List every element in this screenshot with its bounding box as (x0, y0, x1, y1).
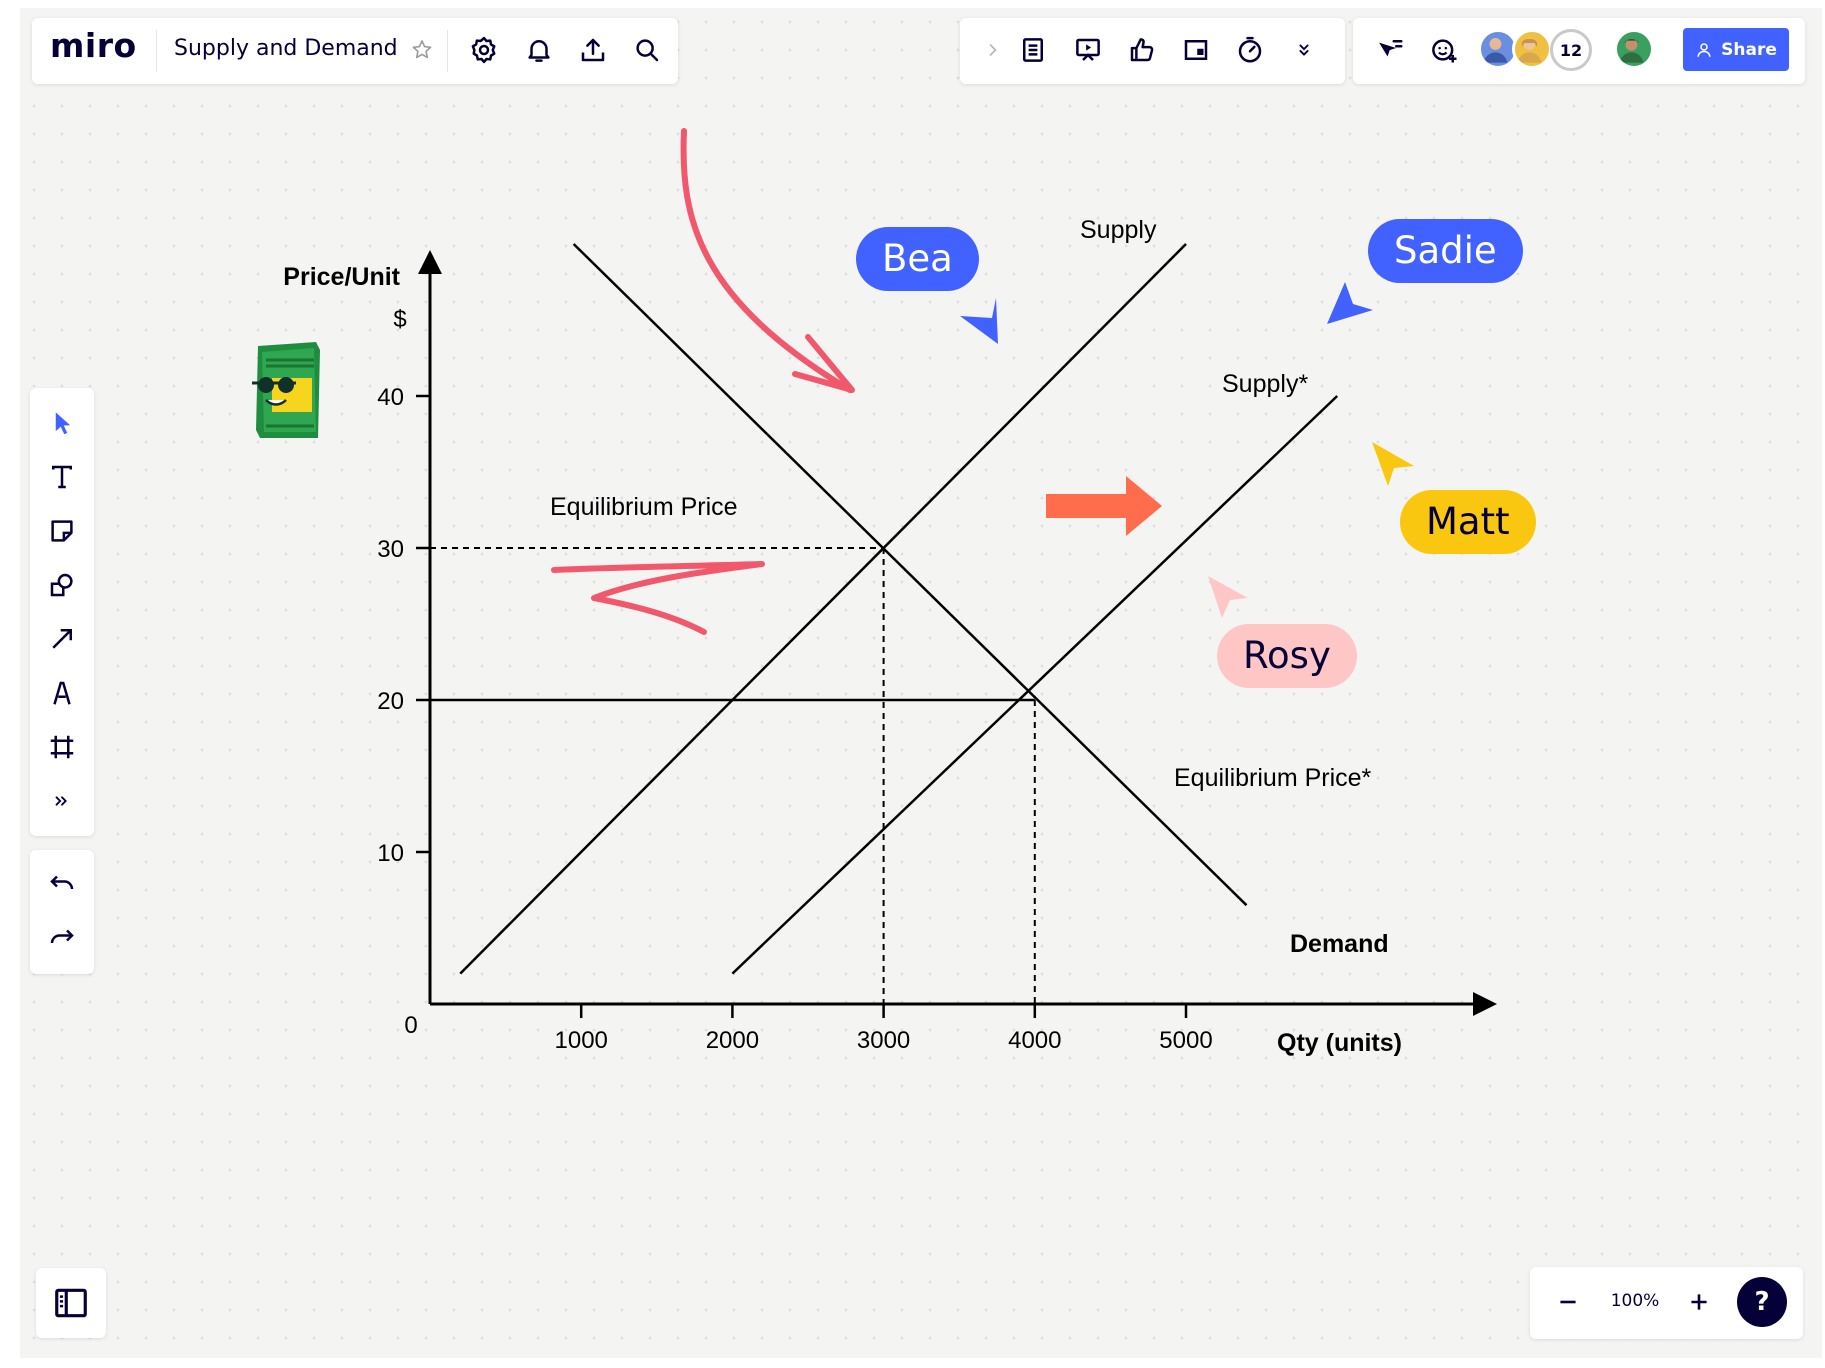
thumbs-up-icon[interactable] (1122, 30, 1162, 70)
zoom-out-icon[interactable] (1548, 1282, 1588, 1322)
cursor-pointer-sadie (1327, 282, 1373, 324)
select-tool-icon[interactable] (42, 403, 82, 443)
left-tools-panel (30, 388, 94, 836)
user-icon (1697, 42, 1711, 57)
settings-icon[interactable] (464, 30, 504, 70)
undo-icon[interactable] (42, 864, 82, 904)
cursor-filter-icon[interactable] (1370, 30, 1410, 70)
cursor-label-sadie: Sadie (1368, 219, 1523, 283)
star-icon[interactable] (402, 30, 442, 70)
miro-logo[interactable]: miro (50, 26, 137, 65)
zoom-in-icon[interactable] (1679, 1282, 1719, 1322)
cursor-pointer-matt (1372, 442, 1414, 486)
collaborator-avatar[interactable] (1512, 29, 1552, 69)
board-title[interactable]: Supply and Demand (174, 36, 398, 61)
arrow-line-icon[interactable] (42, 619, 82, 659)
cursor-pointer-rosy (1208, 576, 1248, 618)
search-icon[interactable] (627, 30, 667, 70)
cursor-label-bea: Bea (856, 227, 979, 291)
shapes-icon[interactable] (42, 565, 82, 605)
more-collaborators-count[interactable]: 12 (1550, 29, 1592, 71)
text-tool-icon[interactable] (42, 457, 82, 497)
whiteboard-canvas[interactable] (20, 8, 1822, 1358)
upload-icon[interactable] (573, 30, 613, 70)
pen-icon[interactable] (42, 673, 82, 713)
notes-icon[interactable] (1013, 30, 1053, 70)
sidebar-toggle-icon[interactable] (51, 1283, 91, 1323)
money-sticker[interactable] (244, 338, 330, 438)
card-icon[interactable] (1176, 30, 1216, 70)
divider (447, 30, 448, 72)
sticky-note-icon[interactable] (42, 511, 82, 551)
more-tools-icon[interactable] (42, 781, 82, 821)
chevron-right-icon[interactable] (973, 30, 1013, 70)
zoom-level[interactable]: 100% (1601, 1291, 1669, 1311)
add-reaction-icon[interactable] (1424, 30, 1464, 70)
share-button[interactable]: Share (1683, 28, 1789, 71)
bell-icon[interactable] (519, 30, 559, 70)
divider (156, 30, 157, 72)
current-user-avatar[interactable] (1614, 29, 1654, 69)
more-down-icon[interactable] (1284, 30, 1324, 70)
help-button[interactable]: ? (1737, 1277, 1787, 1327)
cursor-pointer-bea (960, 298, 998, 344)
timer-icon[interactable] (1230, 30, 1270, 70)
redo-icon[interactable] (42, 918, 82, 958)
share-button-label: Share (1721, 39, 1777, 60)
present-icon[interactable] (1068, 30, 1108, 70)
cursor-label-matt: Matt (1400, 490, 1536, 554)
cursor-label-rosy: Rosy (1217, 624, 1357, 688)
frame-icon[interactable] (42, 727, 82, 767)
